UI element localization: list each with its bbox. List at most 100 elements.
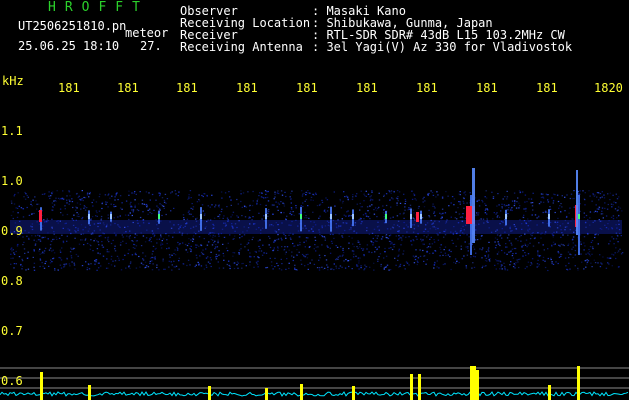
meteor-echo-core — [88, 214, 90, 219]
noise-speck — [348, 235, 350, 237]
noise-speck — [182, 263, 184, 265]
noise-speck — [242, 262, 244, 265]
noise-speck — [61, 247, 63, 249]
noise-speck — [284, 253, 287, 255]
noise-speck — [433, 239, 435, 241]
noise-speck — [412, 217, 414, 219]
noise-speck — [263, 252, 265, 254]
noise-speck — [519, 258, 521, 260]
noise-speck — [259, 247, 261, 250]
noise-speck — [510, 261, 512, 263]
noise-speck — [133, 192, 135, 194]
noise-speck — [492, 218, 494, 220]
noise-speck — [217, 239, 219, 241]
noise-speck — [52, 206, 54, 208]
noise-speck — [206, 194, 208, 197]
noise-speck — [557, 217, 559, 219]
noise-speck — [437, 194, 439, 196]
noise-speck — [190, 249, 192, 251]
noise-speck — [273, 240, 275, 242]
noise-speck — [125, 200, 128, 202]
noise-speck — [341, 235, 343, 237]
noise-speck — [306, 217, 308, 219]
noise-speck — [607, 193, 609, 195]
noise-speck — [374, 235, 377, 237]
meteor-echo-core — [410, 214, 412, 219]
noise-speck — [17, 192, 19, 194]
noise-speck — [42, 265, 44, 267]
noise-speck — [39, 265, 41, 268]
noise-speck — [42, 236, 45, 239]
noise-speck — [156, 264, 158, 266]
noise-speck — [58, 256, 60, 259]
noise-speck — [506, 204, 508, 207]
noise-speck — [266, 191, 268, 193]
noise-speck — [269, 246, 272, 249]
noise-speck — [395, 235, 397, 237]
noise-speck — [237, 267, 239, 269]
noise-speck — [173, 266, 175, 268]
noise-speck — [25, 269, 27, 271]
noise-speck — [423, 196, 425, 198]
meteor-echo-core — [330, 214, 332, 219]
noise-speck — [139, 266, 141, 268]
noise-speck — [288, 262, 290, 264]
noise-speck — [71, 248, 73, 250]
noise-speck — [425, 263, 427, 265]
noise-speck — [542, 197, 545, 199]
noise-speck — [212, 236, 214, 238]
noise-speck — [46, 218, 48, 220]
noise-speck — [375, 209, 378, 211]
noise-speck — [290, 207, 293, 209]
noise-speck — [261, 196, 263, 198]
noise-speck — [404, 209, 406, 211]
noise-speck — [472, 246, 475, 248]
noise-speck — [388, 235, 391, 237]
noise-speck — [312, 211, 314, 213]
noise-speck — [335, 245, 337, 247]
noise-speck — [364, 195, 366, 197]
noise-speck — [59, 264, 62, 266]
noise-speck — [63, 263, 65, 265]
noise-speck — [561, 206, 563, 208]
noise-speck — [51, 218, 53, 220]
noise-speck — [122, 240, 124, 242]
noise-speck — [246, 243, 248, 245]
noise-speck — [196, 244, 198, 246]
noise-speck — [527, 244, 529, 246]
noise-speck — [433, 212, 435, 214]
noise-speck — [411, 244, 413, 246]
noise-speck — [574, 265, 576, 267]
noise-speck — [134, 191, 136, 193]
noise-speck — [367, 210, 369, 212]
noise-speck — [592, 248, 594, 250]
noise-speck — [524, 201, 526, 203]
noise-speck — [497, 241, 499, 243]
noise-speck — [542, 193, 544, 195]
noise-speck — [377, 258, 379, 260]
noise-speck — [466, 234, 468, 236]
noise-speck — [474, 256, 476, 258]
noise-speck — [456, 260, 458, 262]
noise-speck — [414, 198, 416, 200]
noise-speck — [199, 255, 201, 257]
noise-speck — [113, 206, 115, 208]
noise-speck — [247, 191, 249, 193]
noise-speck — [48, 195, 50, 197]
noise-speck — [295, 205, 297, 207]
noise-speck — [192, 208, 194, 210]
noise-speck — [236, 215, 238, 217]
noise-speck — [159, 195, 161, 197]
noise-speck — [612, 254, 615, 256]
noise-speck — [564, 210, 566, 212]
noise-speck — [327, 246, 329, 248]
noise-speck — [440, 217, 442, 219]
noise-speck — [256, 200, 258, 202]
noise-speck — [616, 251, 619, 253]
noise-speck — [272, 268, 274, 270]
noise-speck — [455, 211, 457, 213]
noise-speck — [161, 243, 164, 245]
noise-speck — [363, 193, 365, 195]
noise-speck — [209, 257, 212, 259]
noise-speck — [261, 218, 263, 220]
